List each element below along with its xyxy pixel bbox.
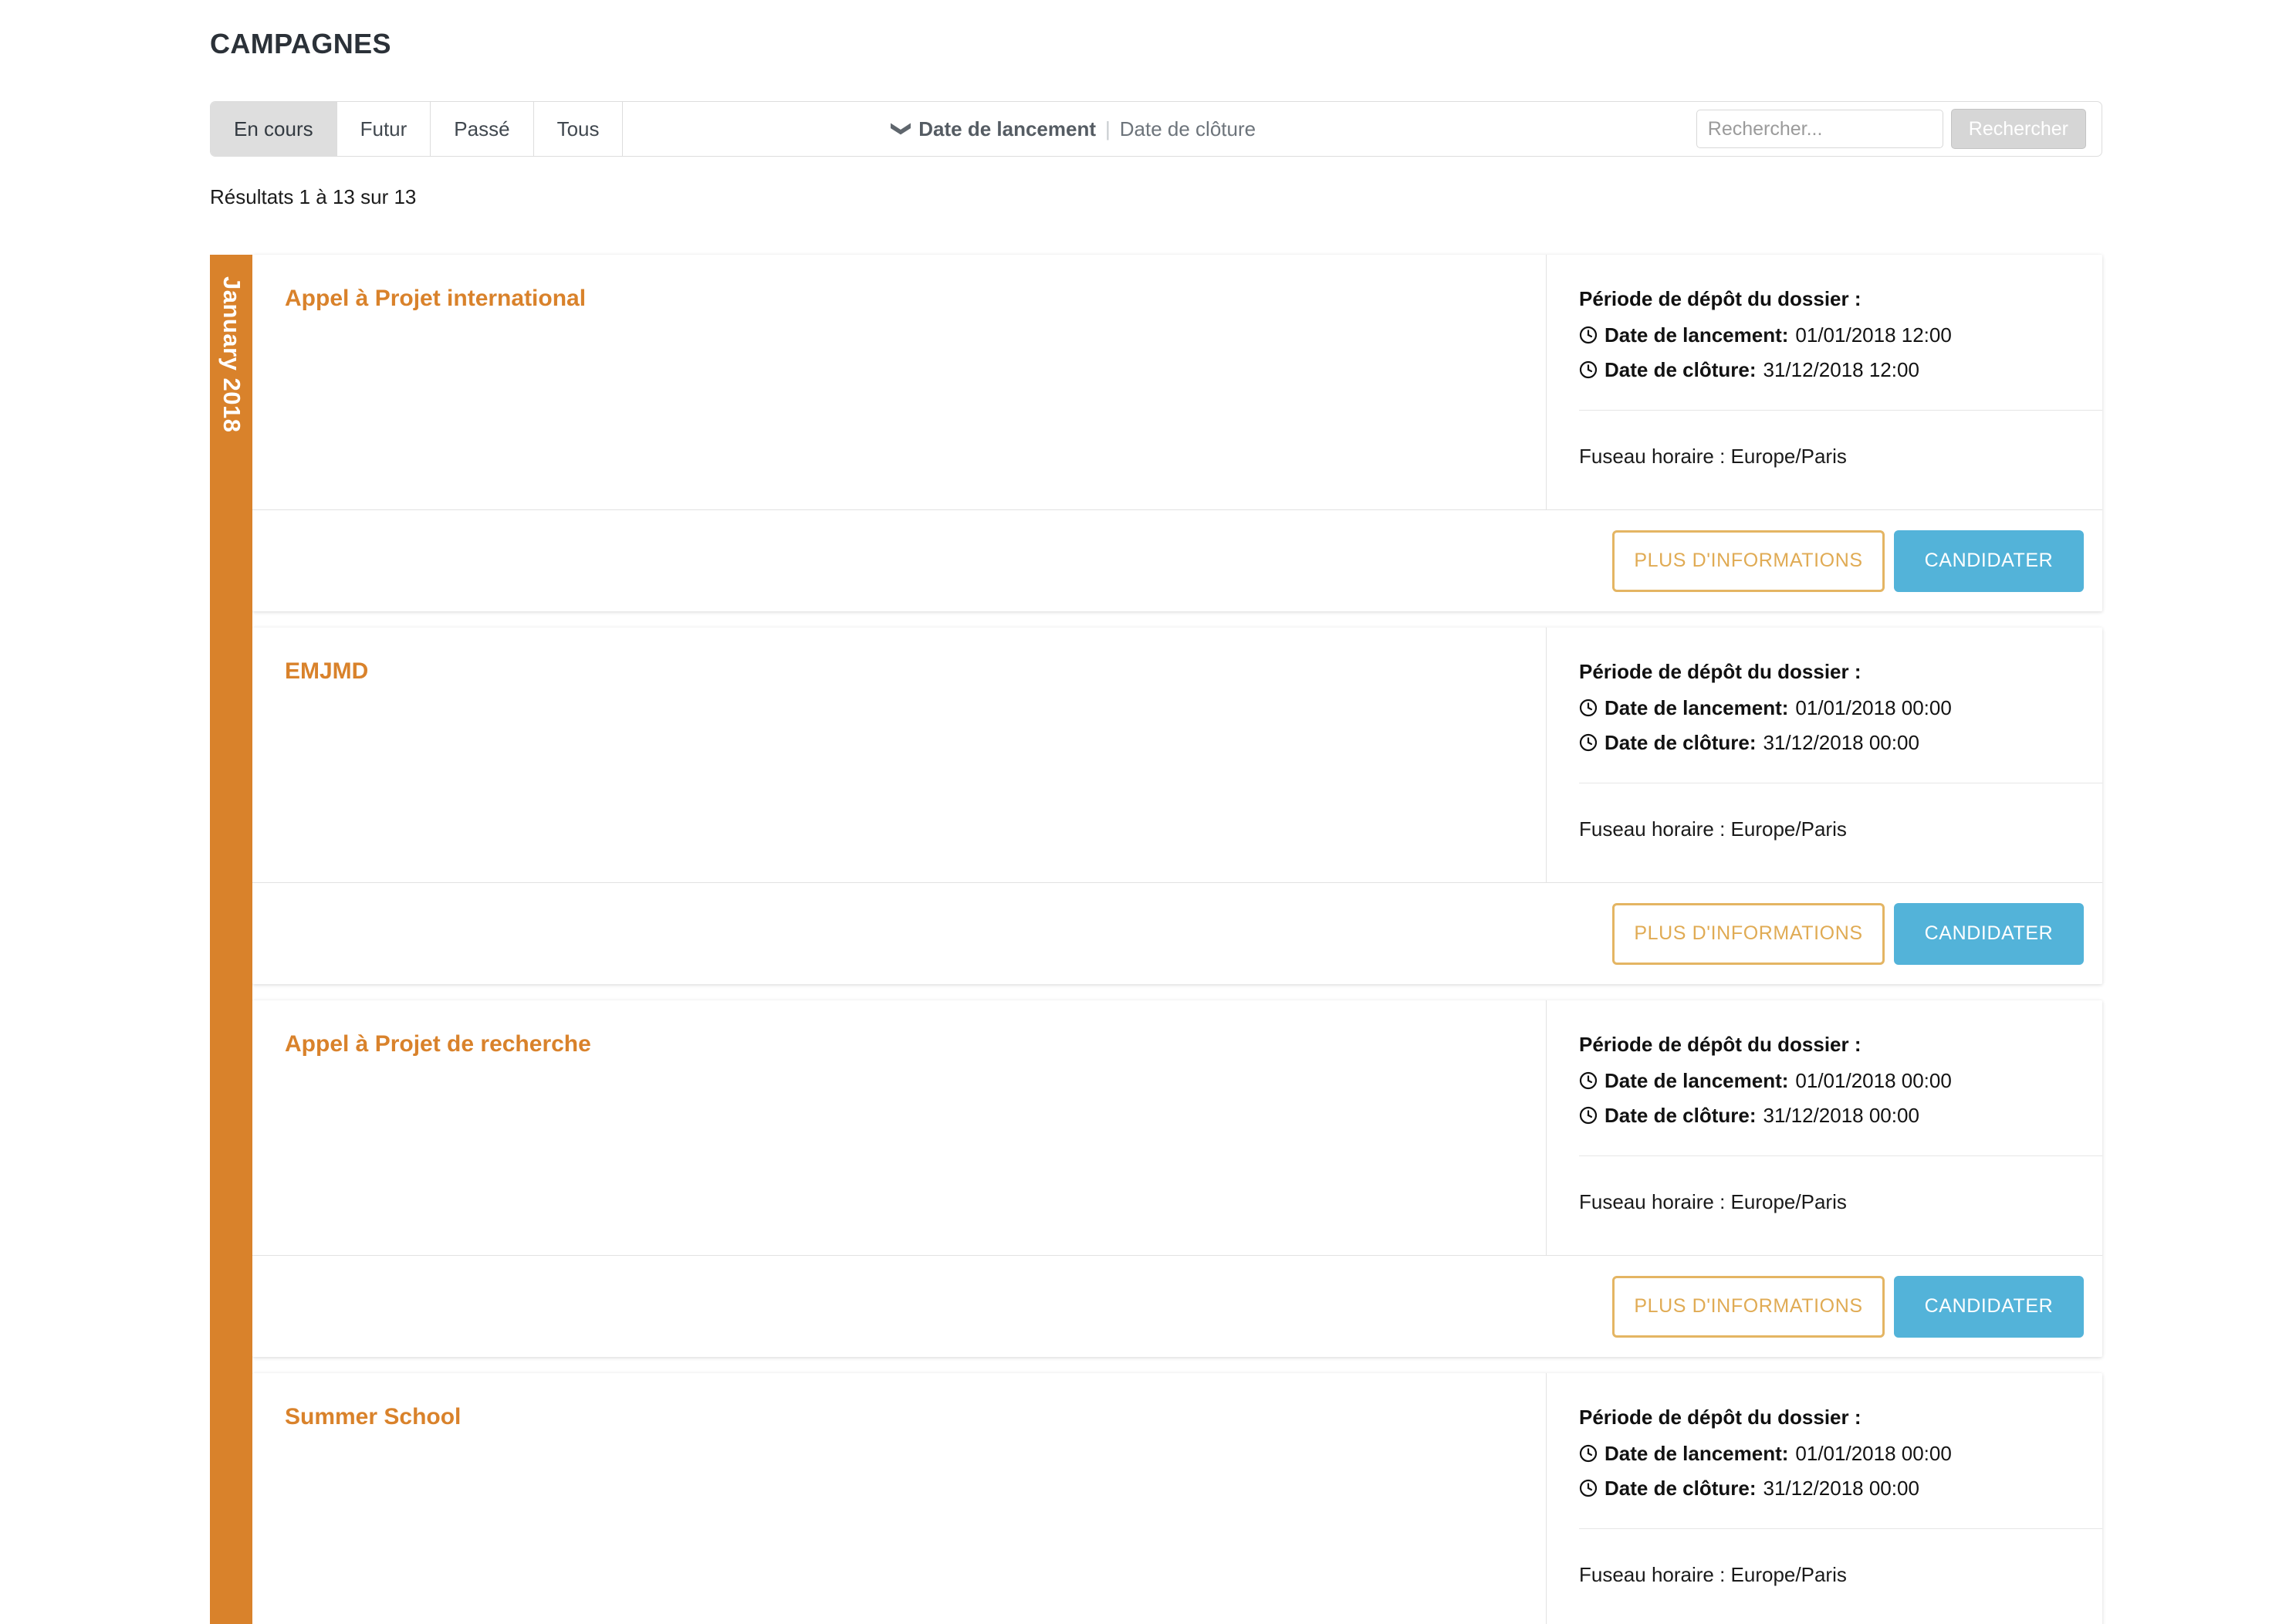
sort-by-close-date[interactable]: Date de clôture [1120, 117, 1256, 141]
campaign-card-footer: PLUS D'INFORMATIONS CANDIDATER [252, 509, 2102, 611]
apply-button[interactable]: CANDIDATER [1894, 902, 2084, 965]
clock-icon [1579, 360, 1598, 379]
campaign-card: Appel à Projet de recherche Période de dé… [252, 1000, 2102, 1357]
campaign-title[interactable]: Appel à Projet international [285, 286, 1546, 312]
launch-date-value: 01/01/2018 00:00 [1795, 696, 1952, 719]
clock-icon [1579, 1106, 1598, 1125]
launch-date-row: Date de lancement: 01/01/2018 00:00 [1579, 696, 2102, 720]
more-info-button[interactable]: PLUS D'INFORMATIONS [1612, 529, 1885, 592]
campaign-title[interactable]: Summer School [285, 1404, 1546, 1430]
launch-date-row: Date de lancement: 01/01/2018 12:00 [1579, 323, 2102, 347]
period-heading: Période de dépôt du dossier : [1579, 287, 1862, 310]
period-heading: Période de dépôt du dossier : [1579, 1406, 1862, 1429]
campaign-dates-panel: Période de dépôt du dossier : Date de lan… [1547, 1000, 2102, 1255]
close-date-value: 31/12/2018 00:00 [1763, 731, 1919, 754]
campaigns-toolbar: En cours Futur Passé Tous ❯ Date de lanceme… [210, 101, 2102, 157]
campaign-card-list: Appel à Projet international Période de d… [252, 255, 2102, 1624]
more-info-button[interactable]: PLUS D'INFORMATIONS [1612, 902, 1885, 965]
close-date-label: Date de clôture: [1605, 731, 1757, 754]
apply-button[interactable]: CANDIDATER [1894, 1275, 2084, 1338]
filter-tabs: En cours Futur Passé Tous [211, 102, 624, 156]
launch-date-label: Date de lancement: [1605, 323, 1789, 347]
launch-date-label: Date de lancement: [1605, 1069, 1789, 1092]
launch-date-value: 01/01/2018 00:00 [1795, 1069, 1952, 1092]
clock-icon [1579, 699, 1598, 717]
search-area: Rechercher [1696, 102, 2102, 156]
timezone-line: Fuseau horaire : Europe/Paris [1579, 445, 1847, 468]
launch-date-label: Date de lancement: [1605, 696, 1789, 719]
campaign-card: Summer School Période de dépôt du dossier… [252, 1373, 2102, 1624]
dates-divider [1579, 410, 2102, 411]
search-button[interactable]: Rechercher [1950, 109, 2086, 149]
campaign-card-main: EMJMD [252, 628, 1547, 882]
sort-separator: | [1105, 117, 1111, 140]
campaign-card: Appel à Projet international Période de d… [252, 255, 2102, 611]
clock-icon [1579, 1444, 1598, 1463]
campaign-card-body: Summer School Période de dépôt du dossier… [252, 1373, 2102, 1624]
campaign-dates-panel: Période de dépôt du dossier : Date de lan… [1547, 1373, 2102, 1624]
chevron-down-icon[interactable]: ❯ [891, 120, 913, 137]
search-input[interactable] [1696, 110, 1943, 148]
launch-date-value: 01/01/2018 00:00 [1795, 1442, 1952, 1465]
tab-en-cours[interactable]: En cours [211, 102, 337, 156]
campaign-card-main: Summer School [252, 1373, 1547, 1624]
clock-icon [1579, 1479, 1598, 1497]
more-info-button[interactable]: PLUS D'INFORMATIONS [1612, 1275, 1885, 1338]
sort-controls: ❯ Date de lancement | Date de clôture [623, 102, 1696, 156]
month-label: January 2018 [218, 276, 245, 433]
apply-button[interactable]: CANDIDATER [1894, 529, 2084, 592]
close-date-row: Date de clôture: 31/12/2018 12:00 [1579, 358, 2102, 382]
tab-passé[interactable]: Passé [431, 102, 534, 156]
month-bar: January 2018 [210, 255, 252, 1624]
timezone-line: Fuseau horaire : Europe/Paris [1579, 817, 1847, 841]
close-date-row: Date de clôture: 31/12/2018 00:00 [1579, 1104, 2102, 1128]
close-date-row: Date de clôture: 31/12/2018 00:00 [1579, 731, 2102, 755]
campaigns-page: CAMPAGNES En cours Futur Passé Tous ❯ Date … [0, 0, 2269, 1624]
period-heading: Période de dépôt du dossier : [1579, 1033, 1862, 1056]
clock-icon [1579, 733, 1598, 752]
campaign-title[interactable]: EMJMD [285, 658, 1546, 685]
page-title: CAMPAGNES [210, 28, 391, 59]
campaign-dates-panel: Période de dépôt du dossier : Date de lan… [1547, 255, 2102, 509]
clock-icon [1579, 1071, 1598, 1090]
period-heading: Période de dépôt du dossier : [1579, 660, 1862, 683]
campaign-card-main: Appel à Projet de recherche [252, 1000, 1547, 1255]
close-date-value: 31/12/2018 00:00 [1763, 1477, 1919, 1500]
campaign-card-body: Appel à Projet de recherche Période de dé… [252, 1000, 2102, 1255]
close-date-label: Date de clôture: [1605, 1477, 1757, 1500]
launch-date-row: Date de lancement: 01/01/2018 00:00 [1579, 1442, 2102, 1466]
launch-date-row: Date de lancement: 01/01/2018 00:00 [1579, 1069, 2102, 1093]
campaign-card-main: Appel à Projet international [252, 255, 1547, 509]
campaign-dates-panel: Période de dépôt du dossier : Date de lan… [1547, 628, 2102, 882]
dates-divider [1579, 1155, 2102, 1156]
close-date-value: 31/12/2018 00:00 [1763, 1104, 1919, 1127]
campaigns-timeline: January 2018 Appel à Projet internationa… [210, 255, 2102, 1624]
dates-divider [1579, 1528, 2102, 1529]
close-date-row: Date de clôture: 31/12/2018 00:00 [1579, 1477, 2102, 1501]
launch-date-label: Date de lancement: [1605, 1442, 1789, 1465]
timezone-line: Fuseau horaire : Europe/Paris [1579, 1190, 1847, 1213]
tab-futur[interactable]: Futur [336, 102, 431, 156]
clock-icon [1579, 326, 1598, 344]
close-date-label: Date de clôture: [1605, 1104, 1757, 1127]
campaign-card: EMJMD Période de dépôt du dossier : Date d… [252, 628, 2102, 984]
close-date-label: Date de clôture: [1605, 358, 1757, 381]
campaign-title[interactable]: Appel à Projet de recherche [285, 1031, 1546, 1057]
campaign-card-body: Appel à Projet international Période de d… [252, 255, 2102, 509]
campaign-card-body: EMJMD Période de dépôt du dossier : Date d… [252, 628, 2102, 882]
campaign-card-footer: PLUS D'INFORMATIONS CANDIDATER [252, 882, 2102, 984]
results-count: Résultats 1 à 13 sur 13 [210, 185, 417, 208]
campaign-card-footer: PLUS D'INFORMATIONS CANDIDATER [252, 1255, 2102, 1357]
sort-by-launch-date[interactable]: Date de lancement [918, 117, 1096, 141]
tab-tous[interactable]: Tous [533, 102, 624, 156]
timezone-line: Fuseau horaire : Europe/Paris [1579, 1563, 1847, 1586]
launch-date-value: 01/01/2018 12:00 [1795, 323, 1952, 347]
close-date-value: 31/12/2018 12:00 [1763, 358, 1919, 381]
